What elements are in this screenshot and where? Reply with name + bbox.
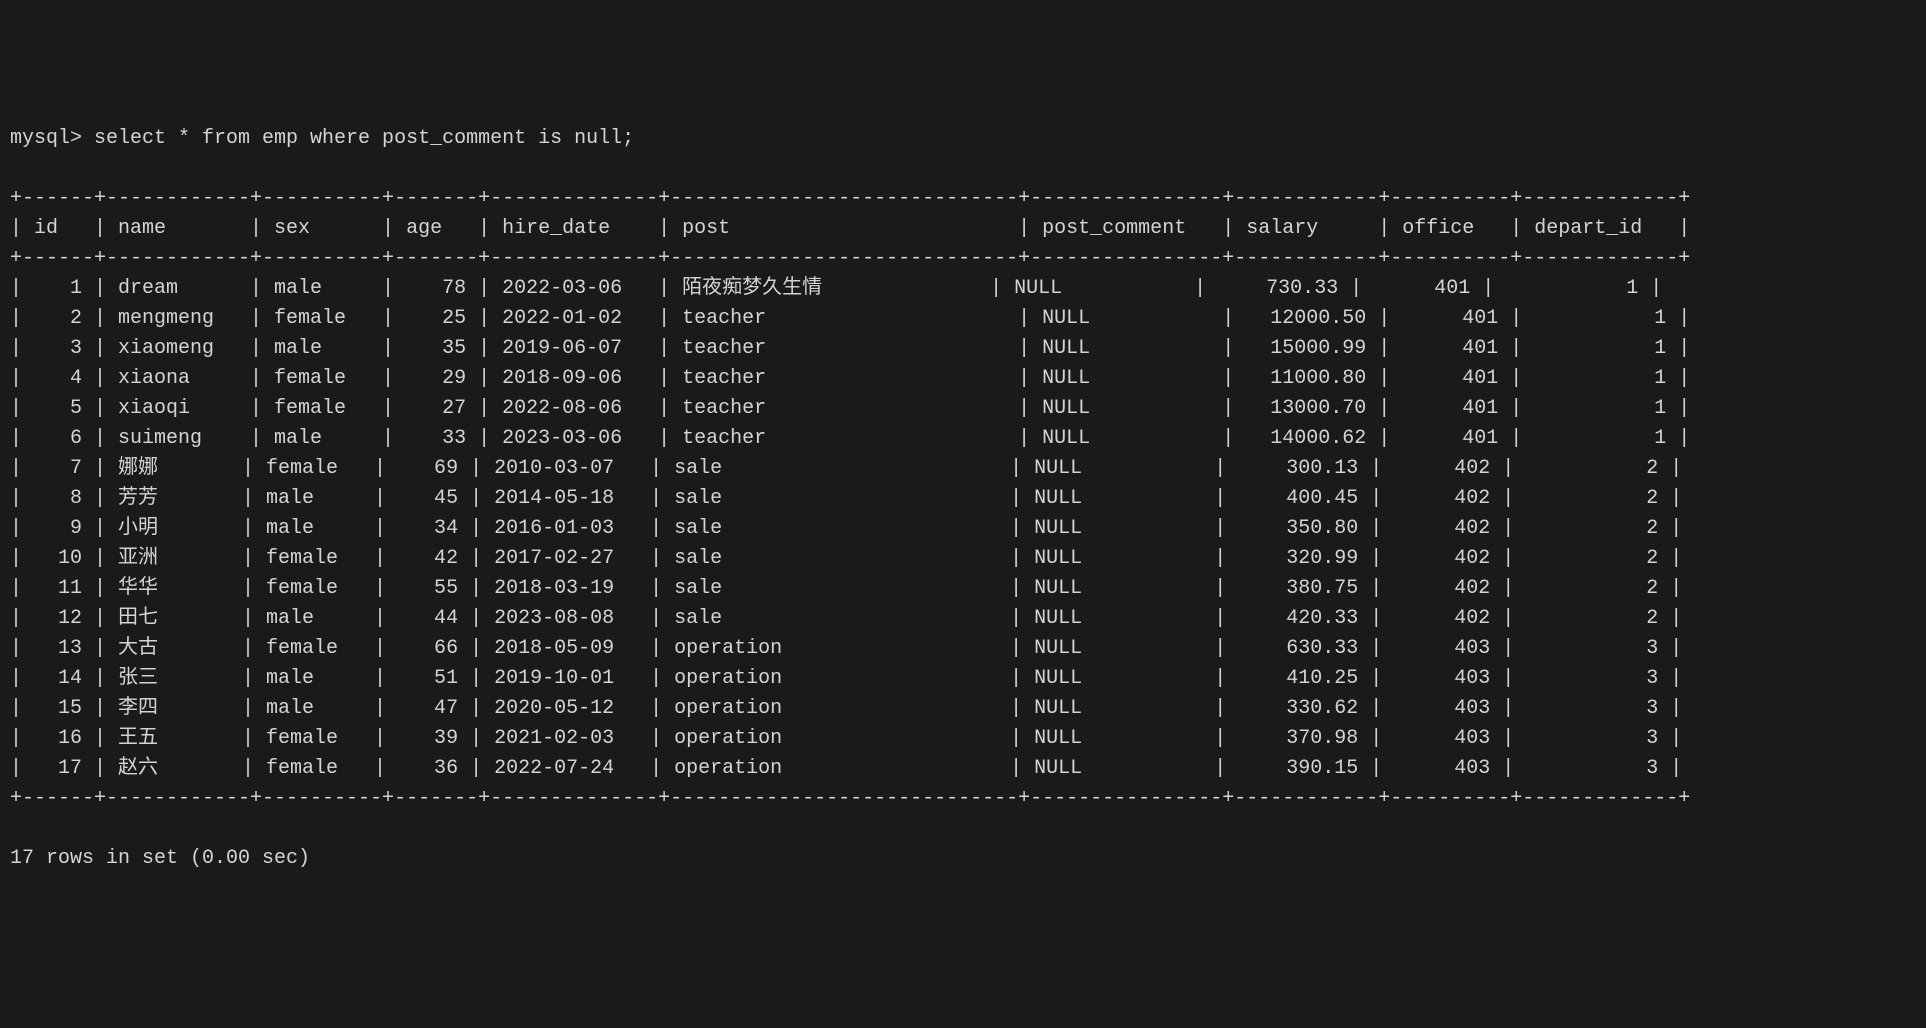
table-row: | 17 | 赵六 | female | 36 | 2022-07-24 | o… (10, 754, 1916, 784)
table-header: | id | name | sex | age | hire_date | po… (10, 214, 1916, 244)
table-border: +------+------------+----------+-------+… (10, 244, 1916, 274)
result-table: +------+------------+----------+-------+… (10, 184, 1916, 814)
table-row: | 10 | 亚洲 | female | 42 | 2017-02-27 | s… (10, 544, 1916, 574)
table-row: | 2 | mengmeng | female | 25 | 2022-01-0… (10, 304, 1916, 334)
table-border: +------+------------+----------+-------+… (10, 784, 1916, 814)
table-row: | 4 | xiaona | female | 29 | 2018-09-06 … (10, 364, 1916, 394)
table-row: | 7 | 娜娜 | female | 69 | 2010-03-07 | sa… (10, 454, 1916, 484)
table-row: | 15 | 李四 | male | 47 | 2020-05-12 | ope… (10, 694, 1916, 724)
table-row: | 16 | 王五 | female | 39 | 2021-02-03 | o… (10, 724, 1916, 754)
table-row: | 1 | dream | male | 78 | 2022-03-06 | 陌… (10, 274, 1916, 304)
table-row: | 13 | 大古 | female | 66 | 2018-05-09 | o… (10, 634, 1916, 664)
table-row: | 9 | 小明 | male | 34 | 2016-01-03 | sale… (10, 514, 1916, 544)
table-row: | 8 | 芳芳 | male | 45 | 2014-05-18 | sale… (10, 484, 1916, 514)
table-row: | 3 | xiaomeng | male | 35 | 2019-06-07 … (10, 334, 1916, 364)
sql-prompt: mysql> select * from emp where post_comm… (10, 124, 1916, 154)
table-row: | 6 | suimeng | male | 33 | 2023-03-06 |… (10, 424, 1916, 454)
table-row: | 5 | xiaoqi | female | 27 | 2022-08-06 … (10, 394, 1916, 424)
table-row: | 14 | 张三 | male | 51 | 2019-10-01 | ope… (10, 664, 1916, 694)
table-border: +------+------------+----------+-------+… (10, 184, 1916, 214)
table-row: | 12 | 田七 | male | 44 | 2023-08-08 | sal… (10, 604, 1916, 634)
result-footer: 17 rows in set (0.00 sec) (10, 844, 1916, 874)
table-row: | 11 | 华华 | female | 55 | 2018-03-19 | s… (10, 574, 1916, 604)
